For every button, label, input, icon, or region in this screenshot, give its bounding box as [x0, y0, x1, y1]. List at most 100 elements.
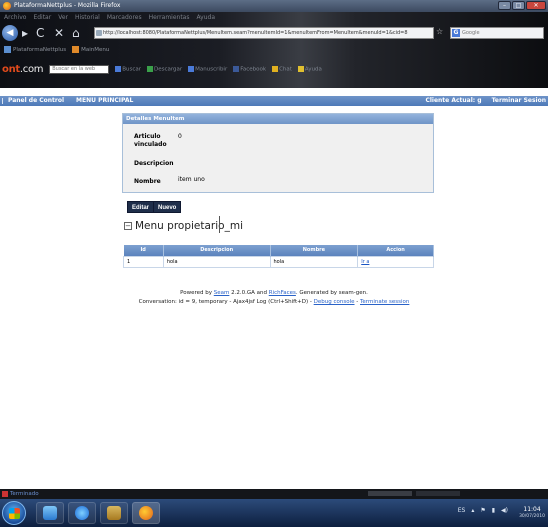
windows-logo-icon [9, 508, 20, 519]
start-button[interactable] [2, 501, 26, 525]
search-engine-placeholder: Google [462, 30, 480, 36]
taskbar-firefox[interactable] [132, 502, 160, 524]
toolbar-chat[interactable]: Chat [272, 65, 292, 72]
network-icon[interactable]: ▮ [492, 507, 495, 514]
toolbar-facebook[interactable]: Facebook [233, 65, 266, 72]
nav-panel-de-control[interactable]: Panel de Control [8, 96, 64, 106]
stop-icon[interactable]: ✕ [54, 25, 64, 41]
window-title: PlataformaNettplus - Mozilla Firefox [14, 2, 121, 9]
menu-historial[interactable]: Historial [75, 14, 100, 21]
clock-date: 30/07/2010 [519, 514, 545, 519]
col-accion: Accion [357, 245, 434, 256]
col-id[interactable]: Id [123, 245, 164, 256]
close-button[interactable]: ✕ [526, 1, 546, 10]
menu-archivo[interactable]: Archivo [4, 14, 26, 21]
chat-icon [272, 65, 279, 72]
reload-icon[interactable]: C [36, 25, 44, 41]
field-label: Articulo vinculado [134, 133, 167, 148]
taskbar-ie[interactable] [68, 502, 96, 524]
maximize-button[interactable]: □ [512, 1, 525, 10]
field-label: Nombre [134, 178, 161, 185]
browser-statusbar: Terminado [0, 489, 548, 499]
taskbar-files[interactable] [100, 502, 128, 524]
menu-editar[interactable]: Editar [33, 14, 51, 21]
col-descripcion[interactable]: Descripcion [163, 245, 271, 256]
url-bar[interactable]: http://localhost:8080/PlataformaNettplus… [94, 27, 434, 39]
navigation-toolbar: ◀ ▸ C ✕ ⌂ http://localhost:8080/Platafor… [2, 25, 546, 41]
page-icon [4, 46, 11, 53]
powered-by-line: Powered by Seam 2.2.0.GA and RichFaces. … [180, 290, 368, 296]
table-row: 1 hola hola Ir a [123, 255, 434, 268]
debug-console-link[interactable]: Debug console [314, 299, 355, 305]
header-divider [2, 98, 3, 104]
seam-link[interactable]: Seam [214, 290, 230, 296]
volume-icon[interactable]: ◀) [501, 507, 508, 514]
section-header: − Menu propietario_mi [124, 220, 243, 232]
new-button[interactable]: Nuevo [153, 201, 182, 213]
col-nombre[interactable]: Nombre [270, 245, 359, 256]
toolbar-manuscribir[interactable]: Manuscribir [188, 65, 227, 72]
status-progress [368, 491, 412, 496]
menu-herramientas[interactable]: Herramientas [149, 14, 190, 21]
field-value: 0 [178, 133, 182, 140]
browser-menubar: Archivo Editar Ver Historial Marcadores … [4, 14, 215, 21]
cell-descripcion: hola [162, 255, 271, 268]
language-indicator[interactable]: ES [458, 507, 466, 514]
collapse-icon[interactable]: − [124, 222, 132, 230]
windows-taskbar: ES ▴ ⚑ ▮ ◀) 11:04 30/07/2010 [0, 499, 548, 527]
richfaces-link[interactable]: RichFaces [269, 290, 296, 296]
document-icon [188, 65, 195, 72]
terminate-session-link[interactable]: Terminate session [360, 299, 409, 305]
status-segment [416, 491, 460, 496]
app-header: Panel de Control MENU PRINCIPAL Cliente … [0, 96, 548, 106]
logout-link[interactable]: Terminar Sesion [492, 96, 546, 106]
bookmark-mainmenu[interactable]: MainMenu [72, 46, 109, 53]
bookmark-plataforma[interactable]: PlataformaNettplus [4, 46, 66, 53]
panel-title: Detalles MenuItem [123, 114, 433, 124]
toolbar-items: Buscar Descargar Manuscribir Facebook Ch… [115, 65, 322, 72]
table-header-row: Id Descripcion Nombre Accion [123, 245, 434, 256]
clock[interactable]: 11:04 30/07/2010 [519, 506, 545, 520]
field-label: Descripcion [134, 160, 174, 167]
menu-ayuda[interactable]: Ayuda [196, 14, 215, 21]
bookmark-star-icon[interactable]: ☆ [436, 27, 443, 36]
menu-marcadores[interactable]: Marcadores [107, 14, 142, 21]
window-titlebar: PlataformaNettplus - Mozilla Firefox – □… [0, 0, 548, 12]
home-icon[interactable]: ⌂ [72, 25, 80, 41]
toolbar-descargar[interactable]: Descargar [147, 65, 182, 72]
menu-table: Id Descripcion Nombre Accion 1 hola hola… [123, 245, 434, 268]
tray-arrow-icon[interactable]: ▴ [471, 507, 474, 514]
toolbar-search-input[interactable]: Buscar en la web [49, 64, 110, 74]
firefox-icon [139, 506, 153, 520]
back-button[interactable]: ◀ [2, 25, 18, 41]
cell-id: 1 [123, 255, 164, 268]
conversation-line: Conversation: id = 9, temporary - Ajax4j… [138, 299, 410, 305]
window-controls: – □ ✕ [498, 1, 546, 10]
facebook-icon [233, 65, 240, 72]
folder-icon [107, 506, 121, 520]
details-panel: Detalles MenuItem Articulo vinculado 0 D… [122, 113, 434, 193]
ont-toolbar: ont.com Buscar en la web Buscar Descarga… [0, 62, 548, 76]
system-tray: ES ▴ ⚑ ▮ ◀) [458, 507, 508, 514]
nav-menu-principal[interactable]: MENU PRINCIPAL [76, 96, 133, 106]
internet-explorer-icon [75, 506, 89, 520]
google-icon: G [452, 29, 460, 37]
status-icon [2, 491, 8, 497]
cell-nombre: hola [269, 255, 359, 268]
browser-search-box[interactable]: G Google [450, 27, 544, 39]
minimize-button[interactable]: – [498, 1, 511, 10]
forward-icon[interactable]: ▸ [22, 25, 28, 41]
bookmarks-toolbar: PlataformaNettplus MainMenu [4, 46, 109, 53]
goto-link[interactable]: Ir a [357, 255, 434, 268]
taskbar-explorer[interactable] [36, 502, 64, 524]
menu-ver[interactable]: Ver [58, 14, 68, 21]
help-icon [297, 65, 304, 72]
clock-time: 11:04 [523, 506, 541, 513]
ont-logo[interactable]: ont.com [2, 64, 44, 75]
edit-button[interactable]: Editar [127, 201, 155, 213]
text-cursor [219, 216, 220, 233]
toolbar-buscar[interactable]: Buscar [115, 65, 141, 72]
flag-icon[interactable]: ⚑ [480, 507, 485, 514]
download-icon [147, 65, 153, 72]
toolbar-ayuda[interactable]: Ayuda [297, 65, 322, 72]
